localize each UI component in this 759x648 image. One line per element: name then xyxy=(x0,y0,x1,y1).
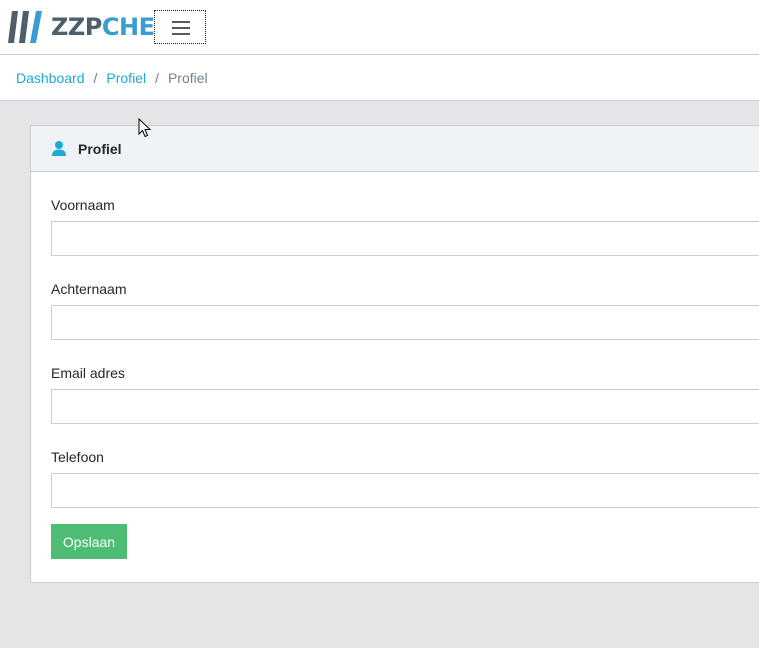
breadcrumb-separator: / xyxy=(155,69,159,86)
form-group-voornaam: Voornaam xyxy=(51,196,759,256)
email-input[interactable] xyxy=(51,389,759,424)
email-label: Email adres xyxy=(51,365,125,381)
hamburger-icon-line xyxy=(172,27,190,29)
form-group-achternaam: Achternaam xyxy=(51,280,759,340)
breadcrumb-link-dashboard[interactable]: Dashboard xyxy=(16,70,85,86)
form-group-email: Email adres xyxy=(51,364,759,424)
user-icon xyxy=(52,141,66,156)
logo-mark-icon xyxy=(8,11,42,43)
voornaam-input[interactable] xyxy=(51,221,759,256)
breadcrumb: Dashboard / Profiel / Profiel xyxy=(0,55,759,101)
achternaam-input[interactable] xyxy=(51,305,759,340)
logo-text: ZZPCHEF xyxy=(51,11,171,43)
sidebar-toggle-button[interactable] xyxy=(154,10,206,44)
telefoon-label: Telefoon xyxy=(51,449,104,465)
brand-logo[interactable]: ZZPCHEF xyxy=(8,11,171,43)
mouse-cursor-icon xyxy=(138,118,152,138)
hamburger-icon-line xyxy=(172,33,190,35)
achternaam-label: Achternaam xyxy=(51,281,127,297)
telefoon-input[interactable] xyxy=(51,473,759,508)
breadcrumb-separator: / xyxy=(93,69,98,86)
logo-text-zzp: ZZP xyxy=(51,13,102,41)
profile-form: Voornaam Achternaam Email adres Telefoon… xyxy=(31,172,759,559)
form-group-telefoon: Telefoon xyxy=(51,448,759,508)
card-title: Profiel xyxy=(78,140,122,157)
profile-card: Profiel Voornaam Achternaam Email adres … xyxy=(30,125,759,583)
top-navbar: ZZPCHEF xyxy=(0,0,759,55)
hamburger-icon xyxy=(172,21,190,23)
save-button[interactable]: Opslaan xyxy=(51,524,127,559)
voornaam-label: Voornaam xyxy=(51,197,115,213)
breadcrumb-current: Profiel xyxy=(167,69,208,86)
breadcrumb-link-profiel[interactable]: Profiel xyxy=(106,70,146,86)
